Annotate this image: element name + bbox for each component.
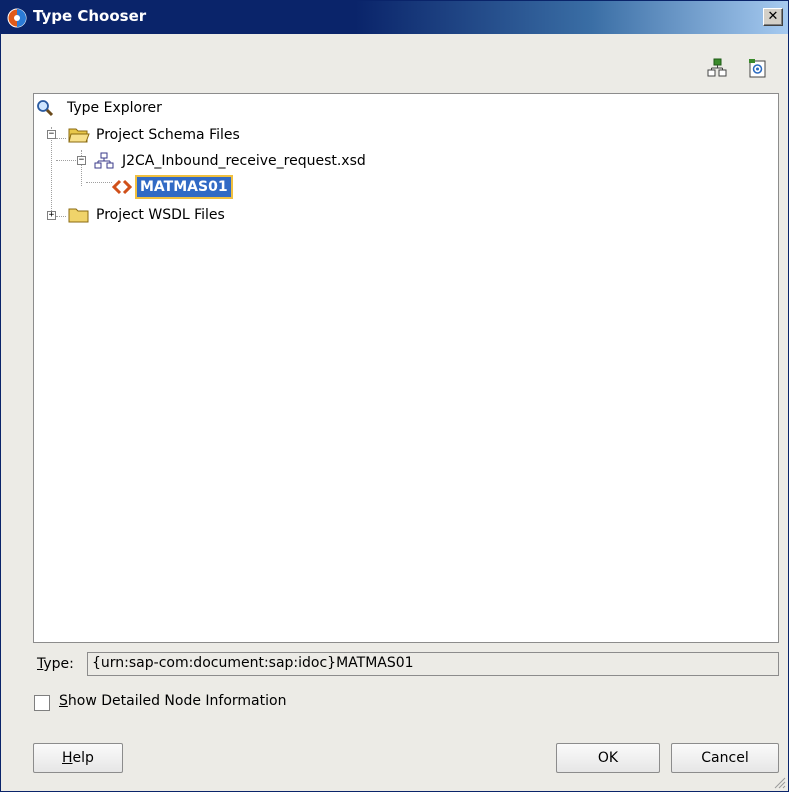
type-chooser-dialog: Type Chooser ✕ Type Explorer − Project S… [0, 0, 789, 792]
collapse-toggle[interactable]: − [77, 156, 86, 165]
help-button[interactable]: Help [33, 743, 123, 773]
tree-node-label: J2CA_Inbound_receive_request.xsd [122, 153, 366, 169]
type-tree-panel[interactable]: Type Explorer − Project Schema Files − J… [33, 93, 779, 643]
close-icon: ✕ [767, 9, 779, 24]
element-icon [112, 179, 132, 195]
selected-node-label: MATMAS01 [135, 175, 233, 199]
schema-add-icon[interactable] [706, 57, 728, 79]
tree-node-label: Project Schema Files [96, 127, 240, 143]
tree-root-label: Type Explorer [67, 100, 162, 116]
show-detailed-node-checkbox[interactable] [34, 695, 50, 711]
type-label: Type: [37, 656, 74, 672]
resize-grip-icon[interactable] [772, 775, 786, 789]
import-wsdl-icon[interactable] [746, 57, 768, 79]
close-button[interactable]: ✕ [763, 8, 783, 26]
show-detailed-node-label[interactable]: Show Detailed Node Information [59, 693, 286, 709]
cancel-button[interactable]: Cancel [671, 743, 779, 773]
expand-toggle[interactable]: + [47, 211, 56, 220]
ok-button[interactable]: OK [556, 743, 660, 773]
type-field[interactable]: {urn:sap-com:document:sap:idoc}MATMAS01 [87, 652, 779, 676]
window-title: Type Chooser [33, 7, 147, 25]
schema-icon [94, 152, 114, 169]
title-bar[interactable]: Type Chooser ✕ [1, 1, 788, 34]
open-folder-icon [68, 128, 90, 143]
magnifier-icon [37, 100, 54, 117]
oracle-app-icon [7, 8, 27, 28]
tree-node-label: Project WSDL Files [96, 207, 225, 223]
folder-icon [68, 208, 89, 223]
collapse-toggle[interactable]: − [47, 130, 56, 139]
